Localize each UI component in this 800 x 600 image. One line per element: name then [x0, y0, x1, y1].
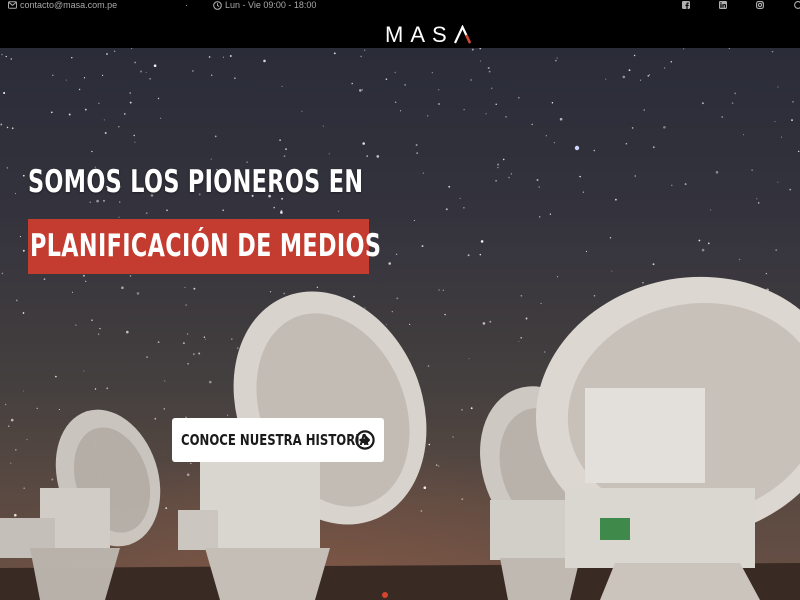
hero-background-image	[0, 48, 800, 600]
contact-email-text: contacto@masa.com.pe	[20, 0, 118, 10]
instagram-icon	[756, 1, 764, 9]
whatsapp-icon[interactable]	[794, 0, 800, 10]
masa-logo[interactable]: MAS	[385, 22, 471, 47]
cta-label: CONOCE NUESTRA HISTORIA	[181, 431, 369, 449]
envelope-icon	[8, 1, 17, 9]
instagram-link[interactable]	[756, 0, 764, 10]
logo-text: MAS	[385, 22, 454, 47]
hero-headline-line1: SOMOS LOS PIONEROS EN	[28, 164, 364, 200]
arrow-circle-right-icon	[355, 430, 375, 450]
hero-banner: SOMOS LOS PIONEROS EN PLANIFICACIÓN DE M…	[0, 48, 800, 600]
linkedin-icon	[719, 1, 727, 9]
contact-email[interactable]: contacto@masa.com.pe	[8, 0, 117, 10]
info-separator: ·	[185, 0, 188, 10]
facebook-icon	[682, 1, 690, 9]
business-hours-text: Lun - Vie 09:00 - 18:00	[225, 0, 317, 10]
logo-accent-letter	[453, 24, 471, 45]
clock-icon	[213, 0, 222, 10]
top-bar: contacto@masa.com.pe · Lun - Vie 09:00 -…	[0, 0, 800, 48]
facebook-link[interactable]	[682, 0, 690, 10]
linkedin-link[interactable]	[719, 0, 727, 10]
hero-headline-line2: PLANIFICACIÓN DE MEDIOS	[30, 228, 382, 264]
slider-dot-active[interactable]	[382, 592, 388, 598]
history-cta-button[interactable]: CONOCE NUESTRA HISTORIA	[172, 418, 384, 462]
business-hours: Lun - Vie 09:00 - 18:00	[213, 0, 316, 10]
